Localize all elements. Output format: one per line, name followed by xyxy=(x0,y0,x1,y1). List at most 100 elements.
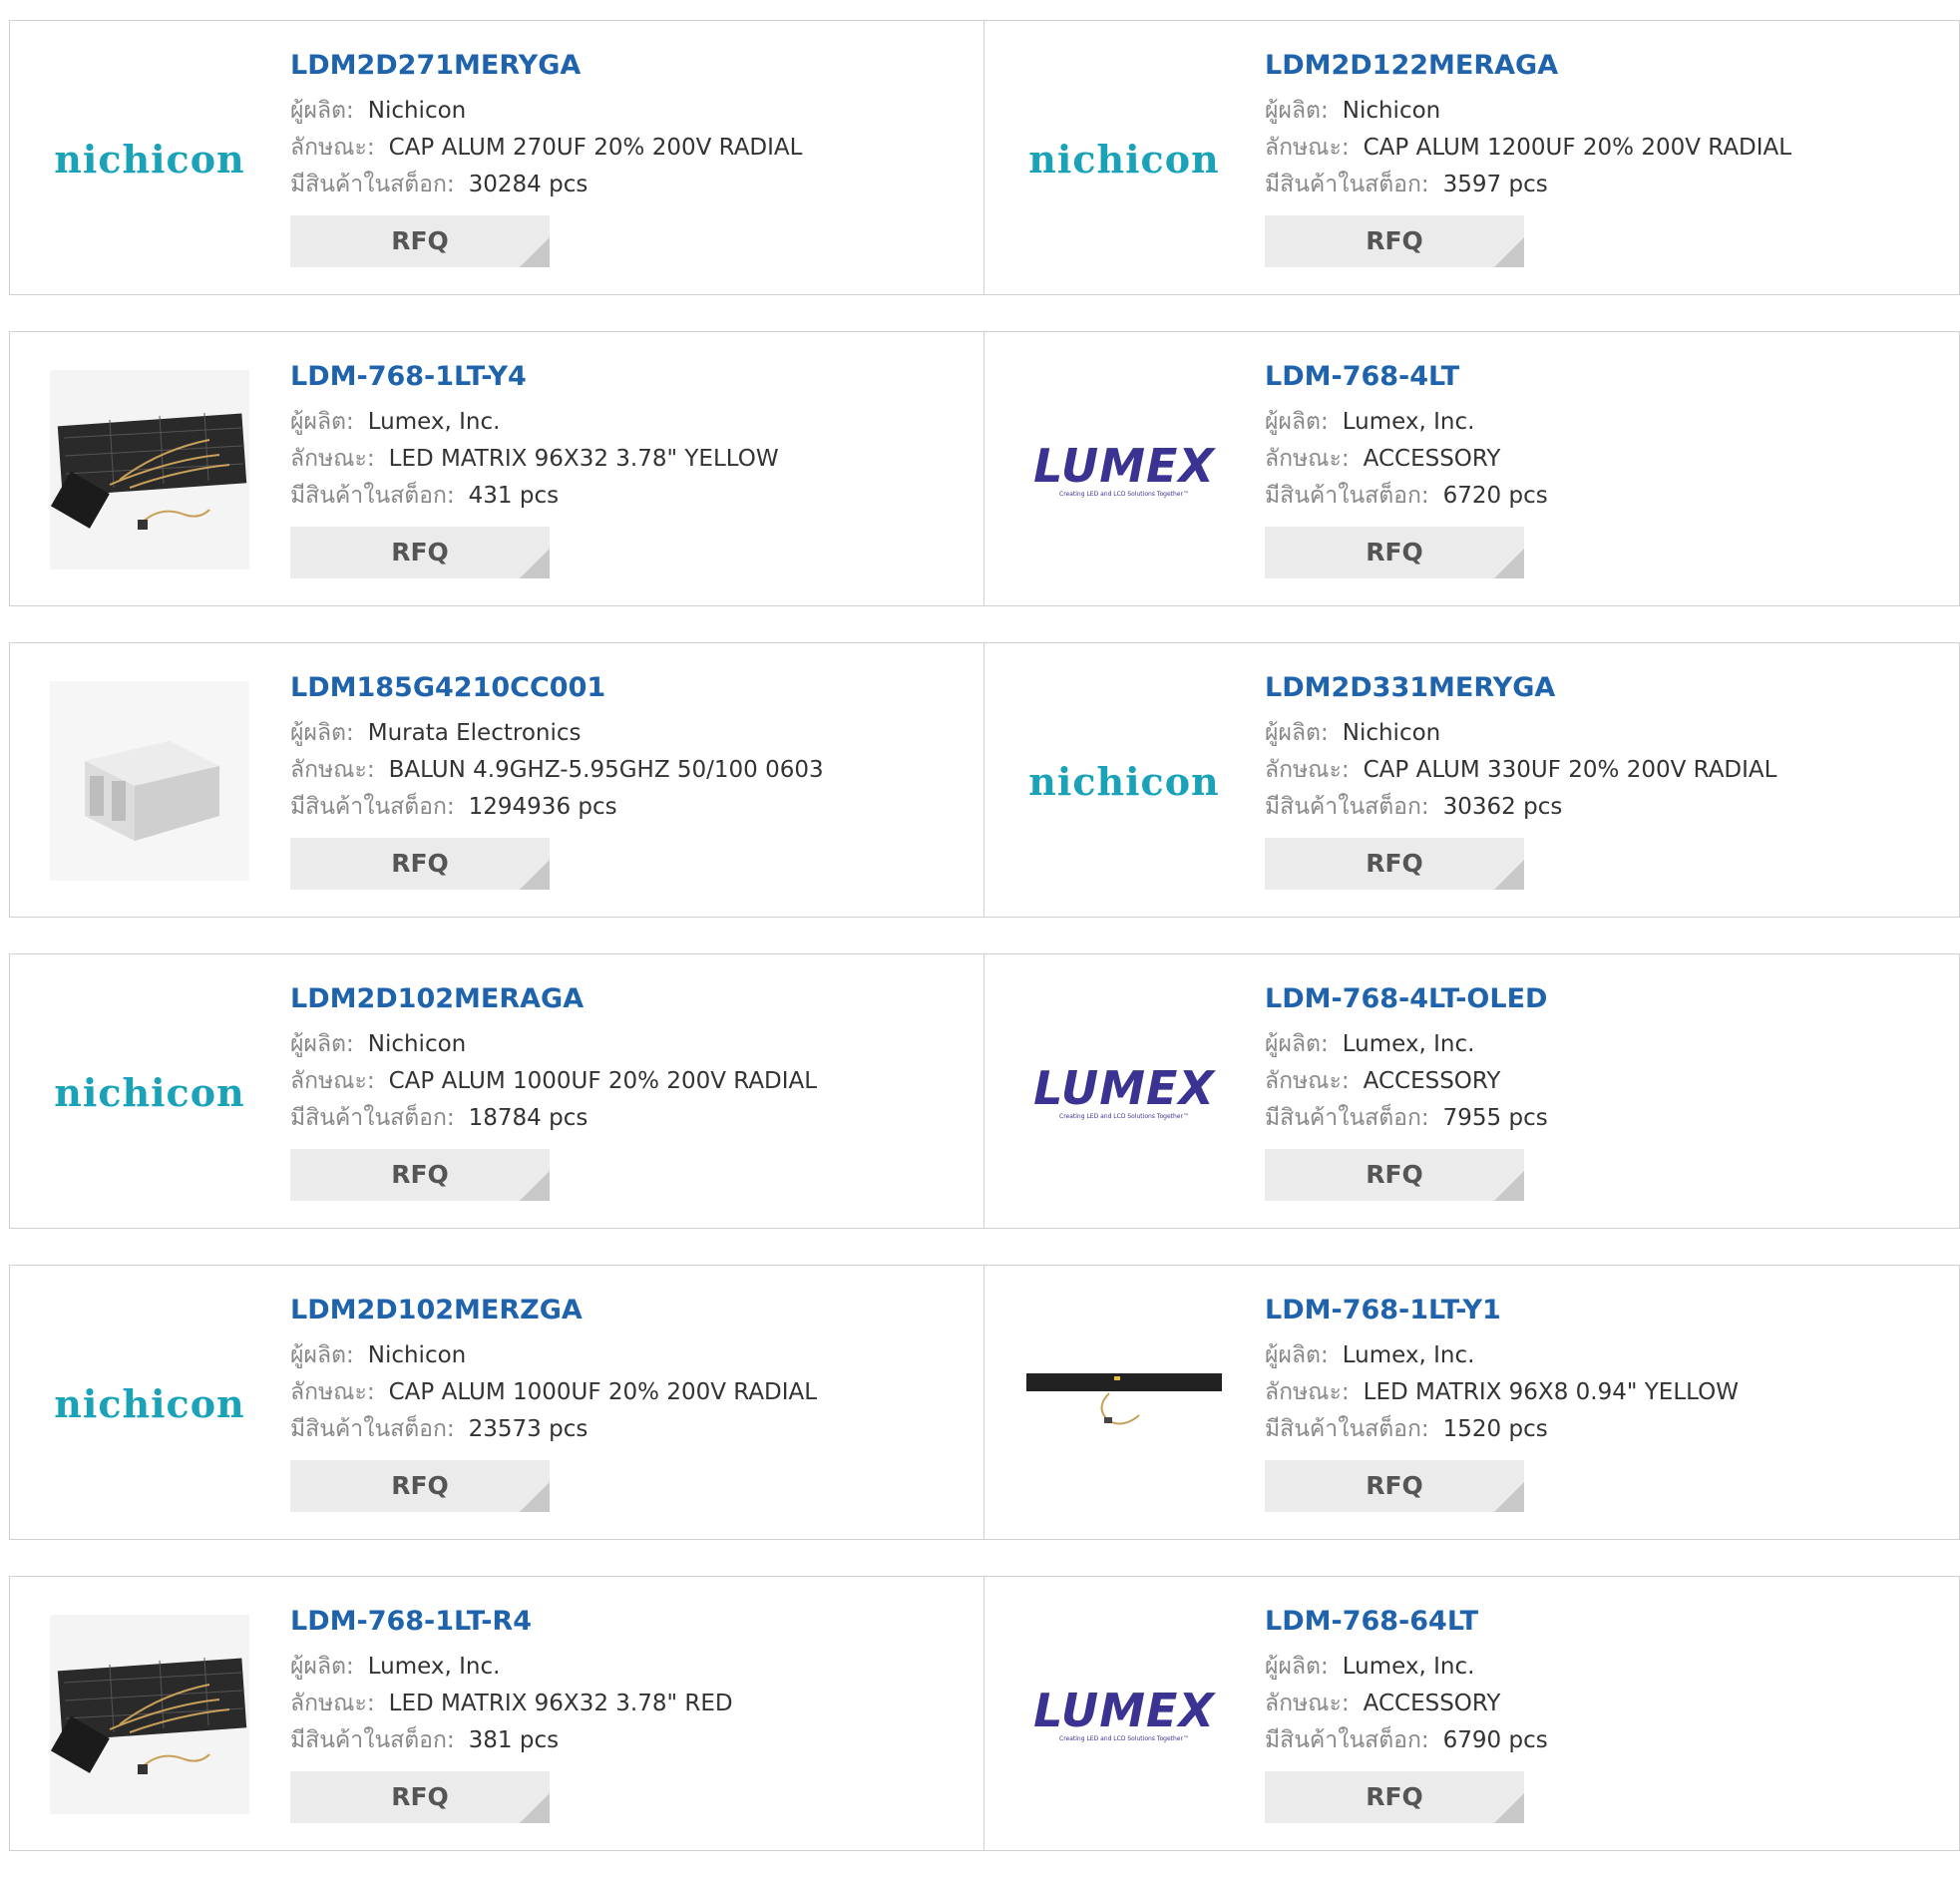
rfq-label: RFQ xyxy=(1366,1471,1423,1500)
product-image[interactable]: nichicon xyxy=(1024,59,1224,258)
product-info: LDM-768-1LT-Y4 ผู้ผลิต: Lumex, Inc. ลักษณะ:… xyxy=(290,360,974,578)
rfq-button[interactable]: RFQ xyxy=(290,1149,550,1201)
description-value: CAP ALUM 1000UF 20% 200V RADIAL xyxy=(388,1379,818,1405)
product-part-link[interactable]: LDM2D102MERAGA xyxy=(290,982,974,1016)
description-line: ลักษณะ: CAP ALUM 1200UF 20% 200V RADIAL xyxy=(1265,130,1949,167)
description-value: CAP ALUM 330UF 20% 200V RADIAL xyxy=(1363,757,1777,783)
stock-value: 30362 pcs xyxy=(1442,794,1563,820)
rfq-label: RFQ xyxy=(1366,1782,1423,1811)
description-line: ลักษณะ: ACCESSORY xyxy=(1265,441,1949,478)
rfq-button[interactable]: RFQ xyxy=(290,527,550,578)
manufacturer-line: ผู้ผลิต: Lumex, Inc. xyxy=(290,1649,974,1686)
stock-line: มีสินค้าในสต็อก: 1520 pcs xyxy=(1265,1411,1949,1448)
manufacturer-line: ผู้ผลิต: Lumex, Inc. xyxy=(1265,1026,1949,1063)
stock-label: มีสินค้าในสต็อก: xyxy=(290,794,455,820)
description-label: ลักษณะ: xyxy=(1265,446,1350,472)
rfq-button[interactable]: RFQ xyxy=(290,215,550,267)
product-part-link[interactable]: LDM185G4210CC001 xyxy=(290,671,974,705)
product-card: LUMEX Creating LED and LCD Solutions Toge… xyxy=(984,331,1960,606)
description-value: ACCESSORY xyxy=(1363,1068,1501,1094)
rfq-button[interactable]: RFQ xyxy=(1265,1460,1524,1512)
description-label: ลักษณะ: xyxy=(1265,135,1350,161)
product-info: LDM2D102MERZGA ผู้ผลิต: Nichicon ลักษณะ: CAP… xyxy=(290,1294,974,1512)
rfq-label: RFQ xyxy=(1366,1160,1423,1189)
description-value: CAP ALUM 1200UF 20% 200V RADIAL xyxy=(1363,135,1792,161)
product-image[interactable]: nichicon xyxy=(50,992,249,1192)
rfq-button[interactable]: RFQ xyxy=(1265,527,1524,578)
stock-value: 6720 pcs xyxy=(1442,483,1548,509)
product-card: nichicon LDM2D122MERAGA ผู้ผลิต: Nichicon ลั… xyxy=(984,20,1960,295)
product-image[interactable] xyxy=(50,370,249,569)
product-image[interactable]: LUMEX Creating LED and LCD Solutions Toge… xyxy=(1024,1615,1224,1814)
product-card: nichicon LDM2D331MERYGA ผู้ผลิต: Nichicon ลั… xyxy=(984,642,1960,918)
product-part-link[interactable]: LDM2D122MERAGA xyxy=(1265,49,1949,83)
product-part-link[interactable]: LDM-768-4LT xyxy=(1265,360,1949,394)
description-label: ลักษณะ: xyxy=(290,1068,375,1094)
product-image[interactable] xyxy=(50,1615,249,1814)
rfq-label: RFQ xyxy=(1366,538,1423,566)
product-part-link[interactable]: LDM2D271MERYGA xyxy=(290,49,974,83)
manufacturer-line: ผู้ผลิต: Nichicon xyxy=(290,93,974,130)
product-card: nichicon LDM2D271MERYGA ผู้ผลิต: Nichicon ลั… xyxy=(9,20,984,295)
product-info: LDM-768-64LT ผู้ผลิต: Lumex, Inc. ลักษณะ: AC… xyxy=(1265,1605,1949,1823)
rfq-button[interactable]: RFQ xyxy=(1265,838,1524,890)
stock-line: มีสินค้าในสต็อก: 7955 pcs xyxy=(1265,1100,1949,1137)
rfq-button[interactable]: RFQ xyxy=(290,1771,550,1823)
manufacturer-line: ผู้ผลิต: Nichicon xyxy=(290,1026,974,1063)
manufacturer-value: Nichicon xyxy=(1342,98,1441,124)
product-part-link[interactable]: LDM-768-4LT-OLED xyxy=(1265,982,1949,1016)
product-row: nichicon LDM2D102MERAGA ผู้ผลิต: Nichicon ลั… xyxy=(9,953,1960,1229)
product-image[interactable]: LUMEX Creating LED and LCD Solutions Toge… xyxy=(1024,992,1224,1192)
product-image[interactable] xyxy=(50,681,249,881)
lumex-logo-word: LUMEX xyxy=(1033,438,1215,493)
product-row: LDM-768-1LT-Y4 ผู้ผลิต: Lumex, Inc. ลักษณะ:… xyxy=(9,331,1960,606)
nichicon-logo: nichicon xyxy=(1028,136,1220,182)
nichicon-logo: nichicon xyxy=(54,1069,245,1115)
stock-line: มีสินค้าในสต็อก: 431 pcs xyxy=(290,478,974,515)
manufacturer-value: Lumex, Inc. xyxy=(367,1654,501,1680)
manufacturer-line: ผู้ผลิต: Nichicon xyxy=(1265,93,1949,130)
description-value: ACCESSORY xyxy=(1363,1691,1501,1716)
led-matrix-photo xyxy=(50,370,249,569)
product-part-link[interactable]: LDM2D331MERYGA xyxy=(1265,671,1949,705)
product-part-link[interactable]: LDM2D102MERZGA xyxy=(290,1294,974,1327)
product-info: LDM-768-4LT ผู้ผลิต: Lumex, Inc. ลักษณะ: ACC… xyxy=(1265,360,1949,578)
corner-triangle-icon xyxy=(520,549,550,578)
manufacturer-value: Nichicon xyxy=(367,1342,467,1368)
stock-value: 30284 pcs xyxy=(468,172,588,197)
product-part-link[interactable]: LDM-768-1LT-Y1 xyxy=(1265,1294,1949,1327)
product-image[interactable]: nichicon xyxy=(50,1304,249,1503)
manufacturer-value: Nichicon xyxy=(1342,720,1441,746)
rfq-button[interactable]: RFQ xyxy=(290,838,550,890)
corner-triangle-icon xyxy=(1494,549,1524,578)
stock-line: มีสินค้าในสต็อก: 23573 pcs xyxy=(290,1411,974,1448)
description-label: ลักษณะ: xyxy=(290,757,375,783)
manufacturer-value: Lumex, Inc. xyxy=(367,409,501,435)
product-card: LUMEX Creating LED and LCD Solutions Toge… xyxy=(984,1576,1960,1851)
lumex-logo: LUMEX Creating LED and LCD Solutions Toge… xyxy=(1033,1065,1215,1120)
manufacturer-label: ผู้ผลิต: xyxy=(1265,1342,1329,1368)
rfq-button[interactable]: RFQ xyxy=(1265,215,1524,267)
product-part-link[interactable]: LDM-768-64LT xyxy=(1265,1605,1949,1639)
product-part-link[interactable]: LDM-768-1LT-R4 xyxy=(290,1605,974,1639)
product-image[interactable]: nichicon xyxy=(50,59,249,258)
product-card: nichicon LDM2D102MERZGA ผู้ผลิต: Nichicon ลั… xyxy=(9,1265,984,1540)
rfq-button[interactable]: RFQ xyxy=(1265,1771,1524,1823)
rfq-button[interactable]: RFQ xyxy=(1265,1149,1524,1201)
product-row: LDM185G4210CC001 ผู้ผลิต: Murata Electroni… xyxy=(9,642,1960,918)
product-image[interactable]: LUMEX Creating LED and LCD Solutions Toge… xyxy=(1024,370,1224,569)
manufacturer-line: ผู้ผลิต: Nichicon xyxy=(1265,715,1949,752)
product-image[interactable]: nichicon xyxy=(1024,681,1224,881)
description-line: ลักษณะ: LED MATRIX 96X32 3.78" YELLOW xyxy=(290,441,974,478)
stock-value: 1294936 pcs xyxy=(468,794,617,820)
rfq-button[interactable]: RFQ xyxy=(290,1460,550,1512)
manufacturer-line: ผู้ผลิต: Lumex, Inc. xyxy=(290,404,974,441)
manufacturer-value: Nichicon xyxy=(367,1031,467,1057)
rfq-label: RFQ xyxy=(391,226,449,255)
description-value: CAP ALUM 270UF 20% 200V RADIAL xyxy=(388,135,803,161)
nichicon-logo: nichicon xyxy=(54,136,245,182)
product-image[interactable] xyxy=(1024,1304,1224,1503)
product-part-link[interactable]: LDM-768-1LT-Y4 xyxy=(290,360,974,394)
manufacturer-value: Murata Electronics xyxy=(367,720,582,746)
description-line: ลักษณะ: CAP ALUM 1000UF 20% 200V RADIAL xyxy=(290,1063,974,1100)
